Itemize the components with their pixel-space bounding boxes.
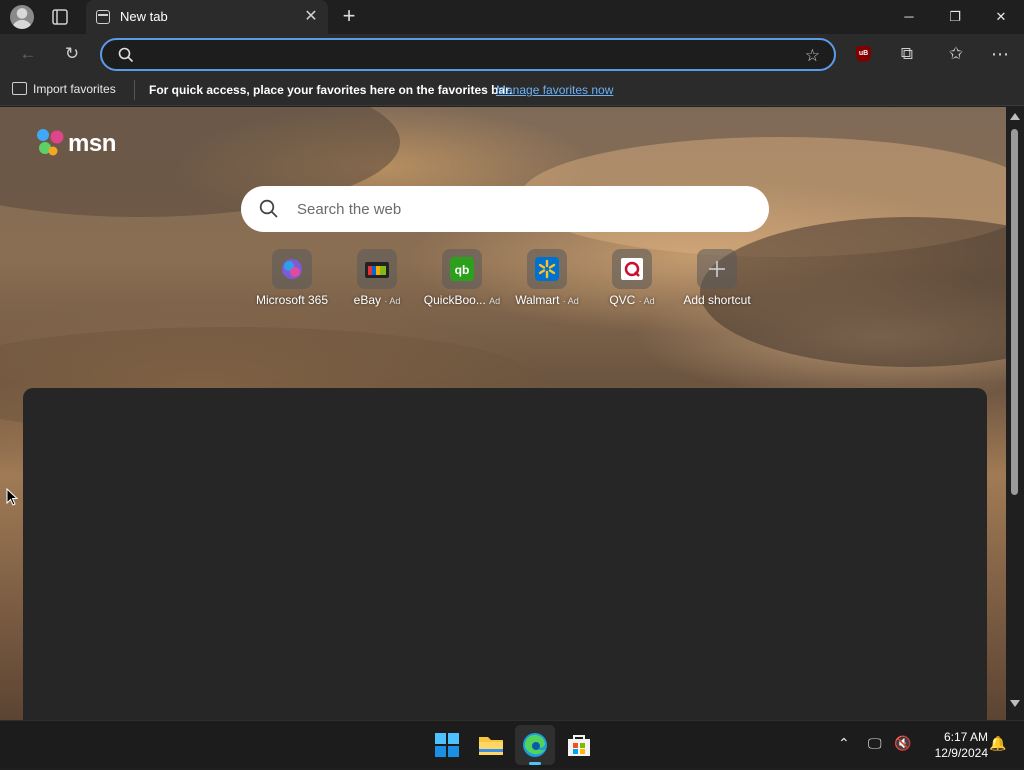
ebay-icon: [357, 249, 397, 289]
store-button[interactable]: [559, 725, 599, 765]
minimize-button[interactable]: ─: [886, 0, 932, 34]
new-tab-button[interactable]: +: [337, 5, 361, 29]
shortcut-label: Microsoft 365: [255, 293, 329, 307]
favorites-icon[interactable]: ✩: [944, 42, 968, 66]
new-tab-page-icon: [96, 10, 110, 24]
shortcut-label: QuickBoo...: [423, 293, 486, 307]
more-menu-icon[interactable]: ⋯: [988, 42, 1012, 66]
volume-muted-icon[interactable]: 🔇: [894, 735, 911, 752]
favorites-bar-message: For quick access, place your favorites h…: [149, 83, 513, 97]
shortcut-microsoft365[interactable]: Microsoft 365: [247, 249, 337, 307]
restore-button[interactable]: ❐: [932, 0, 978, 34]
back-icon[interactable]: ←: [16, 42, 40, 66]
search-placeholder: Search the web: [297, 201, 402, 218]
ad-badge: · Ad: [638, 296, 655, 306]
search-icon: [118, 47, 134, 63]
close-window-button[interactable]: ✕: [978, 0, 1024, 34]
file-explorer-icon: [479, 737, 503, 755]
system-clock[interactable]: 6:17 AM 12/9/2024: [920, 729, 988, 761]
shortcut-label: QVC: [609, 293, 636, 307]
tab-new-tab[interactable]: New tab ✕: [86, 0, 328, 34]
title-bar: New tab ✕ + ─ ❐ ✕: [0, 0, 1024, 34]
svg-text:qb: qb: [455, 263, 470, 277]
add-shortcut-button[interactable]: Add shortcut: [672, 249, 762, 307]
shortcut-ebay[interactable]: eBay · Ad: [332, 249, 422, 307]
network-icon[interactable]: 🖵: [868, 735, 882, 752]
manage-favorites-link[interactable]: Manage favorites now: [496, 83, 613, 97]
web-search-box[interactable]: Search the web: [241, 186, 769, 232]
shortcut-label: Walmart: [515, 293, 560, 307]
ad-badge: · Ad: [384, 296, 401, 306]
edge-icon: [523, 733, 547, 757]
scroll-up-icon[interactable]: [1010, 113, 1020, 120]
start-button[interactable]: [427, 725, 467, 765]
scroll-thumb[interactable]: [1011, 129, 1018, 495]
shortcut-label: eBay: [353, 293, 381, 307]
import-favorites-button[interactable]: Import favorites: [12, 82, 116, 96]
mouse-cursor-icon: [6, 488, 18, 506]
plus-icon: [697, 249, 737, 289]
ublock-origin-icon[interactable]: uB: [856, 46, 871, 62]
clock-time: 6:17 AM: [943, 730, 988, 744]
msn-logo-text: msn: [68, 130, 116, 157]
file-explorer-button[interactable]: [471, 725, 511, 765]
new-tab-page: msn Search the web Microsoft 365 eBay · …: [0, 107, 1006, 720]
ad-badge: · Ad: [562, 296, 579, 306]
clock-date: 12/9/2024: [934, 746, 988, 760]
import-favorites-label: Import favorites: [33, 82, 116, 96]
show-hidden-icons-icon[interactable]: ⌃: [838, 735, 850, 752]
favorites-bar: Import favorites For quick access, place…: [0, 74, 1024, 106]
notifications-bell-icon[interactable]: 🔔: [989, 735, 1006, 752]
extensions-icon[interactable]: ⧉: [895, 42, 919, 66]
divider: [134, 80, 135, 100]
import-icon: [12, 82, 27, 95]
taskbar: ⌃ 🖵 🔇 6:17 AM 12/9/2024 🔔: [0, 720, 1024, 768]
close-tab-icon[interactable]: ✕: [302, 8, 320, 26]
shortcut-quickbooks[interactable]: qb QuickBoo... Ad: [417, 249, 507, 307]
feed-panel: [23, 388, 987, 720]
start-icon: [435, 733, 459, 757]
address-bar[interactable]: ☆: [100, 38, 836, 71]
quickbooks-icon: qb: [442, 249, 482, 289]
shortcut-label: Add shortcut: [683, 293, 751, 307]
tab-actions-icon[interactable]: [48, 7, 72, 27]
tab-title: New tab: [120, 9, 168, 24]
microsoft365-icon: [272, 249, 312, 289]
favorite-star-icon[interactable]: ☆: [805, 46, 820, 66]
profile-avatar-icon[interactable]: [10, 5, 34, 29]
scroll-down-icon[interactable]: [1010, 700, 1020, 707]
qvc-icon: [612, 249, 652, 289]
edge-taskbar-button[interactable]: [515, 725, 555, 765]
shortcut-walmart[interactable]: Walmart · Ad: [502, 249, 592, 307]
active-indicator: [529, 762, 541, 765]
walmart-icon: [527, 249, 567, 289]
ad-badge: Ad: [489, 296, 501, 306]
page-scrollbar[interactable]: [1006, 107, 1024, 720]
shortcut-qvc[interactable]: QVC · Ad: [587, 249, 677, 307]
search-icon: [259, 199, 278, 218]
store-icon: [568, 735, 590, 756]
browser-toolbar: ← ↻ ☆ uB ⧉ ✩ ⋯: [0, 34, 1024, 74]
refresh-icon[interactable]: ↻: [60, 42, 84, 66]
